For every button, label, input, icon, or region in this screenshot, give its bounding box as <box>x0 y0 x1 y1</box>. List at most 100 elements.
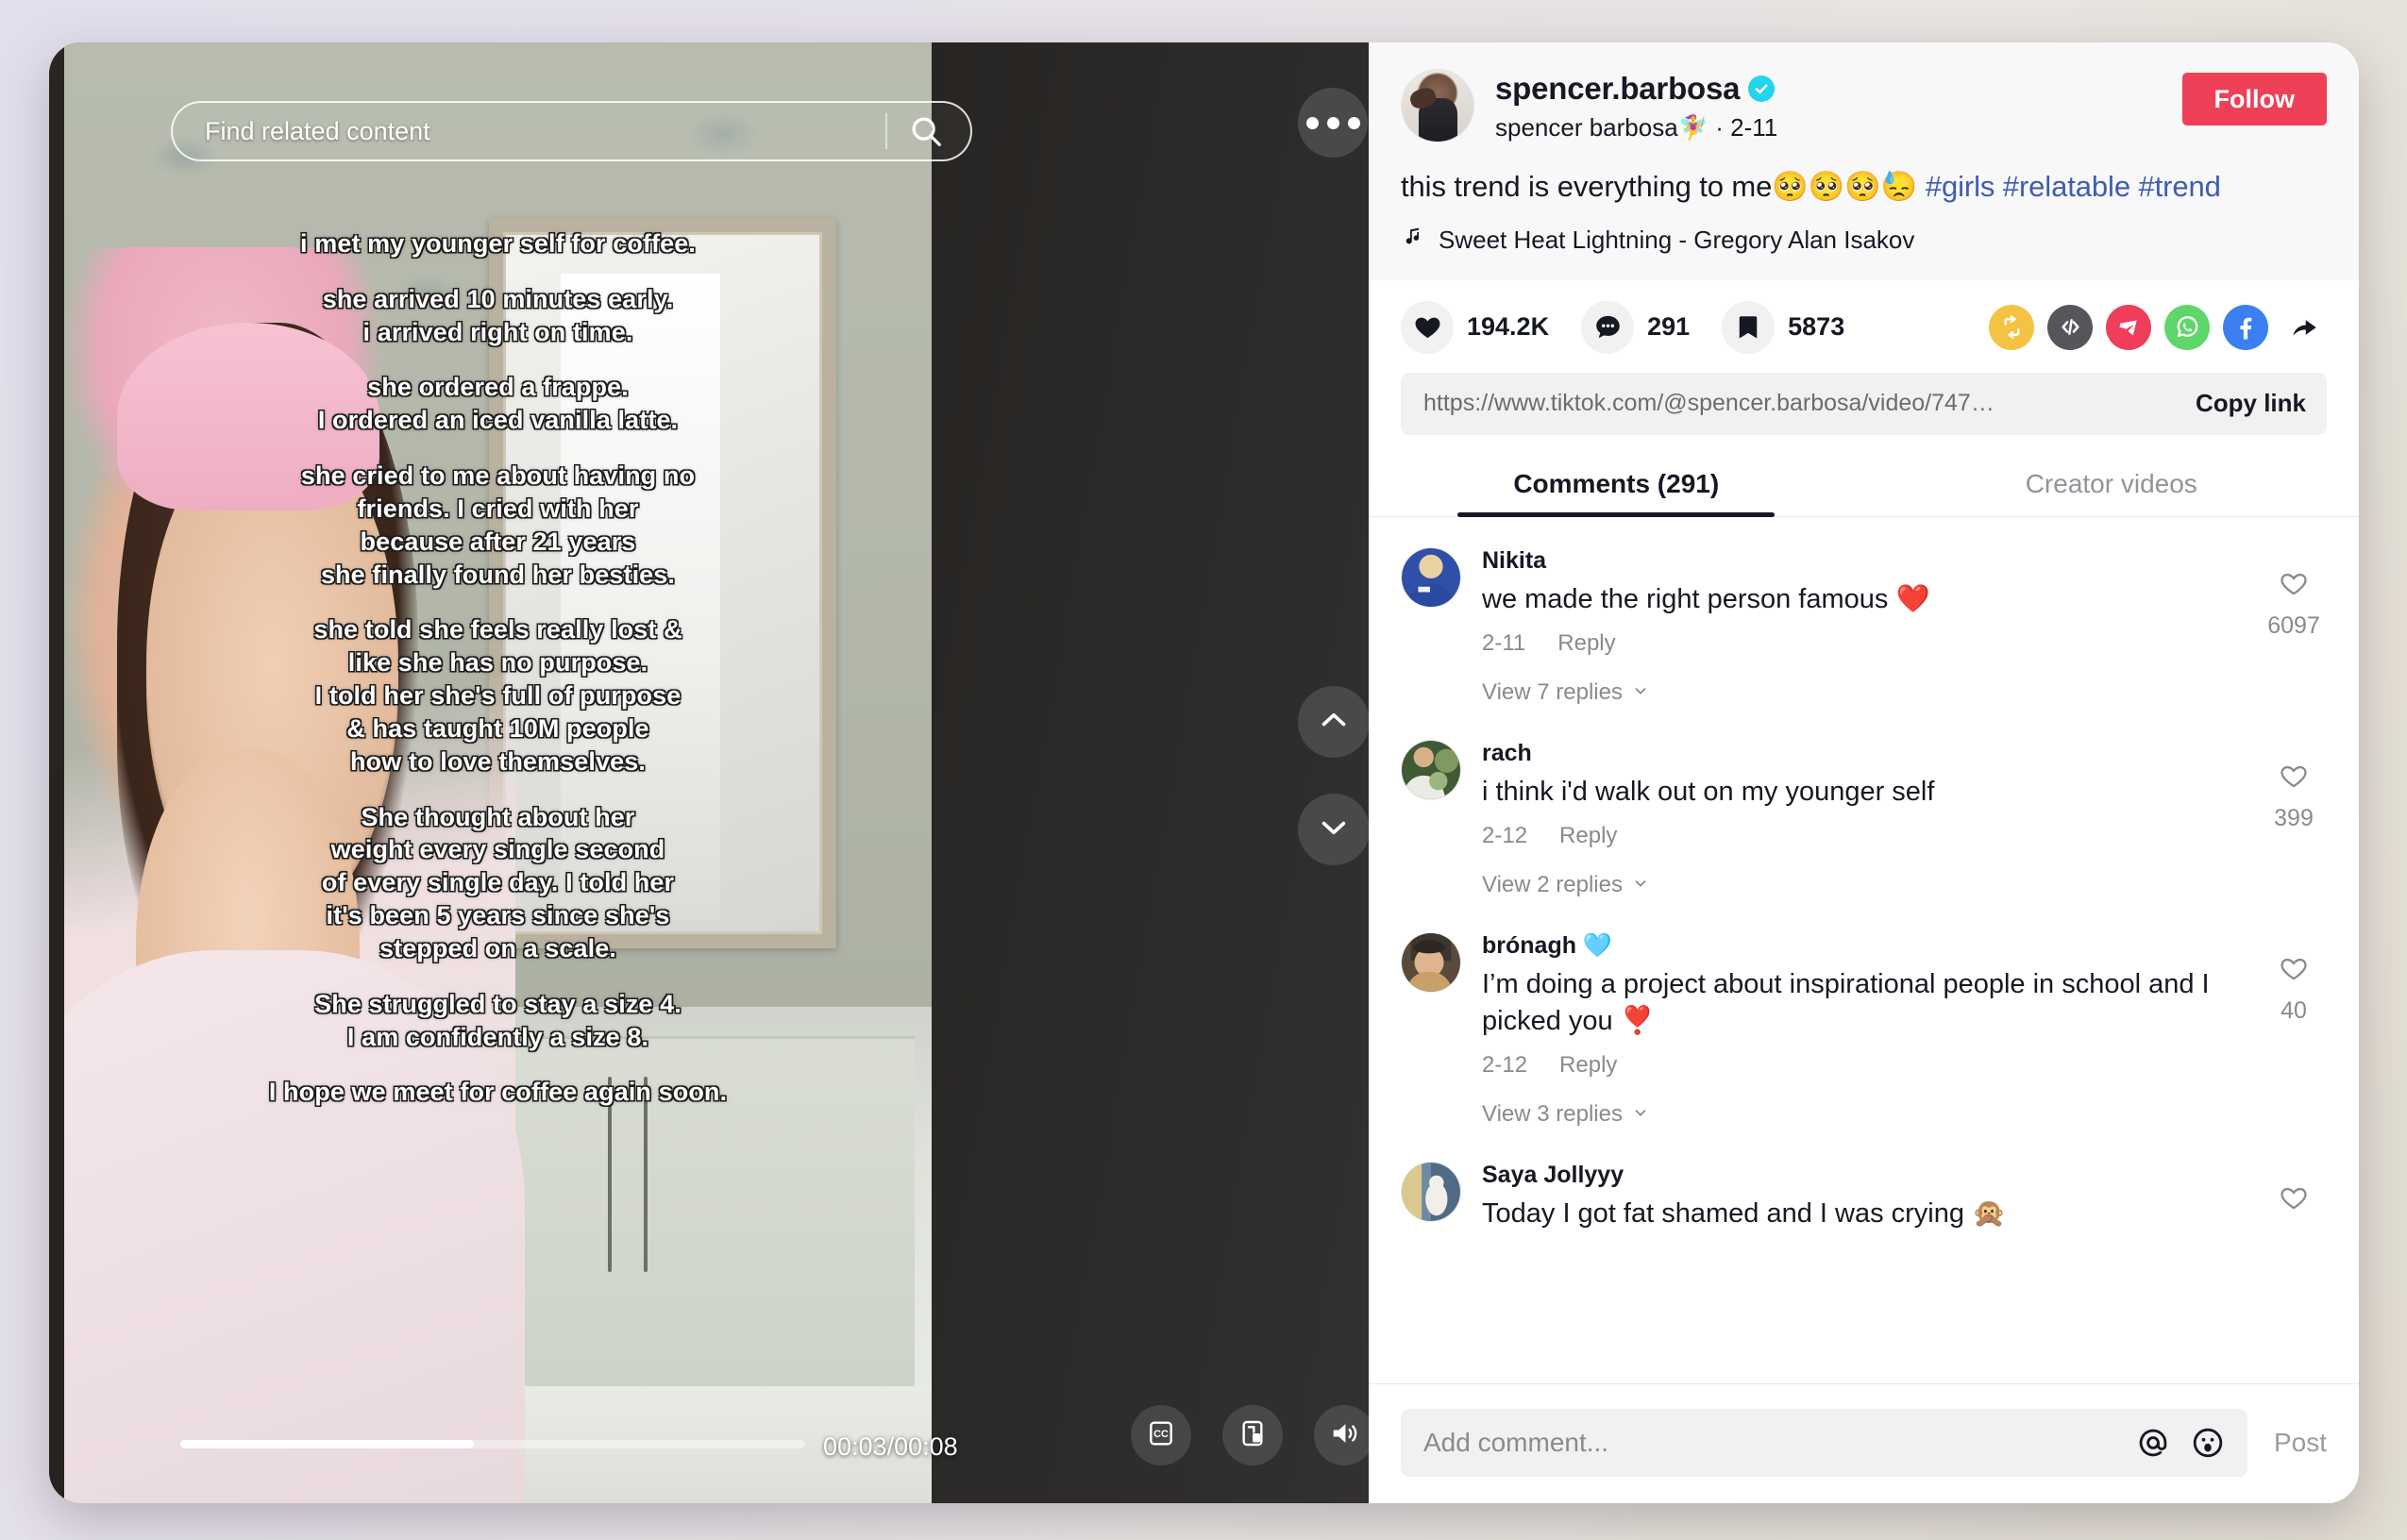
view-replies-button[interactable]: View 2 replies <box>1482 872 2242 898</box>
share-arrow-icon[interactable] <box>2281 305 2327 350</box>
chevron-down-icon <box>1317 811 1351 849</box>
comment-reply-button[interactable]: Reply <box>1559 823 1617 849</box>
comment-bubble-icon[interactable] <box>1581 300 1635 354</box>
comment-count: 291 <box>1647 312 1691 342</box>
tab-creator-videos[interactable]: Creator videos <box>1864 456 2360 516</box>
comment-meta: 2-12 Reply <box>1482 823 2242 849</box>
heart-outline-icon[interactable] <box>2279 573 2309 602</box>
heart-outline-icon[interactable] <box>2279 1187 2309 1216</box>
comment-like-group[interactable] <box>2261 1162 2327 1231</box>
comment-date: 2-11 <box>1482 630 1526 657</box>
follow-button[interactable]: Follow <box>2181 73 2327 126</box>
person-headband <box>116 322 379 511</box>
heart-outline-icon[interactable] <box>2279 959 2309 987</box>
comment-like-group[interactable]: 399 <box>2261 740 2327 898</box>
comment-text: I’m doing a project about inspirational … <box>1482 969 2210 1036</box>
post-caption-text: this trend is everything to me🥺🥺🥺😓 <box>1401 170 1926 203</box>
volume-button[interactable] <box>1314 1405 1369 1465</box>
more-horizontal-icon <box>1305 116 1319 129</box>
comment-author[interactable]: rach <box>1482 740 2242 767</box>
search-divider <box>885 113 887 149</box>
comment-meta: 2-11 Reply <box>1482 630 2242 657</box>
avatar[interactable] <box>1401 1161 1461 1222</box>
post-hashtags[interactable]: #girls #relatable #trend <box>1926 170 2221 203</box>
comment-author[interactable]: brónagh 🩵 <box>1482 932 2242 960</box>
view-replies-label: View 7 replies <box>1482 679 1623 706</box>
view-replies-label: View 3 replies <box>1482 1100 1623 1127</box>
author-names: spencer.barbosa spencer barbosa🧚‍♀️ · 2-… <box>1495 69 2165 142</box>
search-icon[interactable] <box>908 113 944 149</box>
more-horizontal-icon <box>1347 116 1360 129</box>
video-scene-person <box>64 246 526 1503</box>
video-scene-cabinet <box>463 1035 915 1416</box>
share-icons-row <box>1989 304 2327 350</box>
author-avatar[interactable] <box>1401 69 1474 142</box>
view-replies-label: View 2 replies <box>1482 872 1623 898</box>
comment-date: 2-12 <box>1482 823 1528 849</box>
find-related-content-bar[interactable]: Find related content <box>171 101 972 161</box>
video-progress-fill <box>180 1440 475 1448</box>
captions-button[interactable]: CC <box>1131 1405 1191 1465</box>
author-handle[interactable]: spencer.barbosa <box>1495 71 1740 107</box>
video-player[interactable]: i met my younger self for coffee. she arr… <box>64 42 932 1503</box>
cc-icon: CC <box>1146 1418 1176 1453</box>
mini-player-button[interactable] <box>1222 1405 1283 1465</box>
comment-date: 2-12 <box>1482 1051 1528 1078</box>
telegram-icon[interactable] <box>2106 304 2151 350</box>
bookmark-stat[interactable]: 5873 <box>1722 300 1844 354</box>
copy-link-button[interactable]: Copy link <box>2179 389 2306 418</box>
author-handle-row[interactable]: spencer.barbosa <box>1495 71 2165 107</box>
facebook-icon[interactable] <box>2223 304 2268 350</box>
next-video-button[interactable] <box>1298 794 1369 865</box>
avatar[interactable] <box>1401 740 1461 801</box>
avatar[interactable] <box>1401 546 1461 608</box>
view-replies-button[interactable]: View 7 replies <box>1482 679 2242 706</box>
emoji-icon[interactable] <box>2191 1426 2225 1460</box>
whatsapp-icon[interactable] <box>2164 304 2210 350</box>
comment-like-group[interactable]: 6097 <box>2261 547 2327 706</box>
repost-icon[interactable] <box>1989 304 2034 350</box>
chevron-up-icon <box>1317 703 1351 742</box>
comment-stat[interactable]: 291 <box>1581 300 1691 354</box>
comment-like-count: 40 <box>2281 997 2307 1025</box>
bookmark-icon[interactable] <box>1722 300 1776 354</box>
comment-input-field[interactable] <box>1401 1409 2247 1477</box>
heart-outline-icon[interactable] <box>2279 766 2309 795</box>
comment-body: rach i think i'd walk out on my younger … <box>1482 740 2261 898</box>
comment-body: brónagh 🩵 I’m doing a project about insp… <box>1482 932 2261 1128</box>
comment-input[interactable] <box>1423 1428 2115 1458</box>
view-replies-button[interactable]: View 3 replies <box>1482 1101 2242 1128</box>
engagement-stats-bar: 194.2K 291 5873 <box>1369 280 2359 363</box>
detail-tabs: Comments (291) Creator videos <box>1369 456 2359 517</box>
author-row: spencer.barbosa spencer barbosa🧚‍♀️ · 2-… <box>1401 69 2327 142</box>
comment-like-group[interactable]: 40 <box>2261 932 2327 1128</box>
at-sign-icon[interactable] <box>2136 1426 2170 1460</box>
video-progress-bar[interactable] <box>180 1440 805 1448</box>
comment-author[interactable]: Nikita <box>1482 547 2242 575</box>
more-options-button[interactable] <box>1298 88 1368 158</box>
heart-icon[interactable] <box>1401 300 1454 354</box>
music-label: Sweet Heat Lightning - Gregory Alan Isak… <box>1439 225 1915 254</box>
comment-item: brónagh 🩵 I’m doing a project about insp… <box>1369 925 2359 1133</box>
comment-reply-button[interactable]: Reply <box>1559 1052 1617 1079</box>
like-stat[interactable]: 194.2K <box>1401 300 1549 354</box>
music-note-icon <box>1401 225 1423 256</box>
embed-code-icon[interactable] <box>2047 304 2093 350</box>
copy-link-row[interactable]: https://www.tiktok.com/@spencer.barbosa/… <box>1401 372 2327 435</box>
comment-like-count: 399 <box>2274 805 2314 832</box>
comment-item: Saya Jollyyy Today I got fat shamed and … <box>1369 1154 2359 1237</box>
avatar[interactable] <box>1401 932 1461 994</box>
comments-list[interactable]: Nikita we made the right person famous ❤… <box>1369 517 2359 1503</box>
tab-comments[interactable]: Comments (291) <box>1369 456 1864 517</box>
chevron-down-icon <box>1632 679 1649 706</box>
comment-composer: Post <box>1369 1383 2359 1503</box>
person-hoodie <box>64 950 526 1503</box>
comment-author[interactable]: Saya Jollyyy <box>1482 1162 2242 1189</box>
video-stage[interactable]: i met my younger self for coffee. she arr… <box>49 42 1369 1503</box>
music-row[interactable]: Sweet Heat Lightning - Gregory Alan Isak… <box>1401 225 2327 256</box>
post-comment-button[interactable]: Post <box>2274 1428 2327 1458</box>
comment-reply-button[interactable]: Reply <box>1557 630 1615 657</box>
more-horizontal-icon <box>1326 116 1339 129</box>
verified-badge-icon <box>1748 75 1776 102</box>
previous-video-button[interactable] <box>1298 686 1369 758</box>
